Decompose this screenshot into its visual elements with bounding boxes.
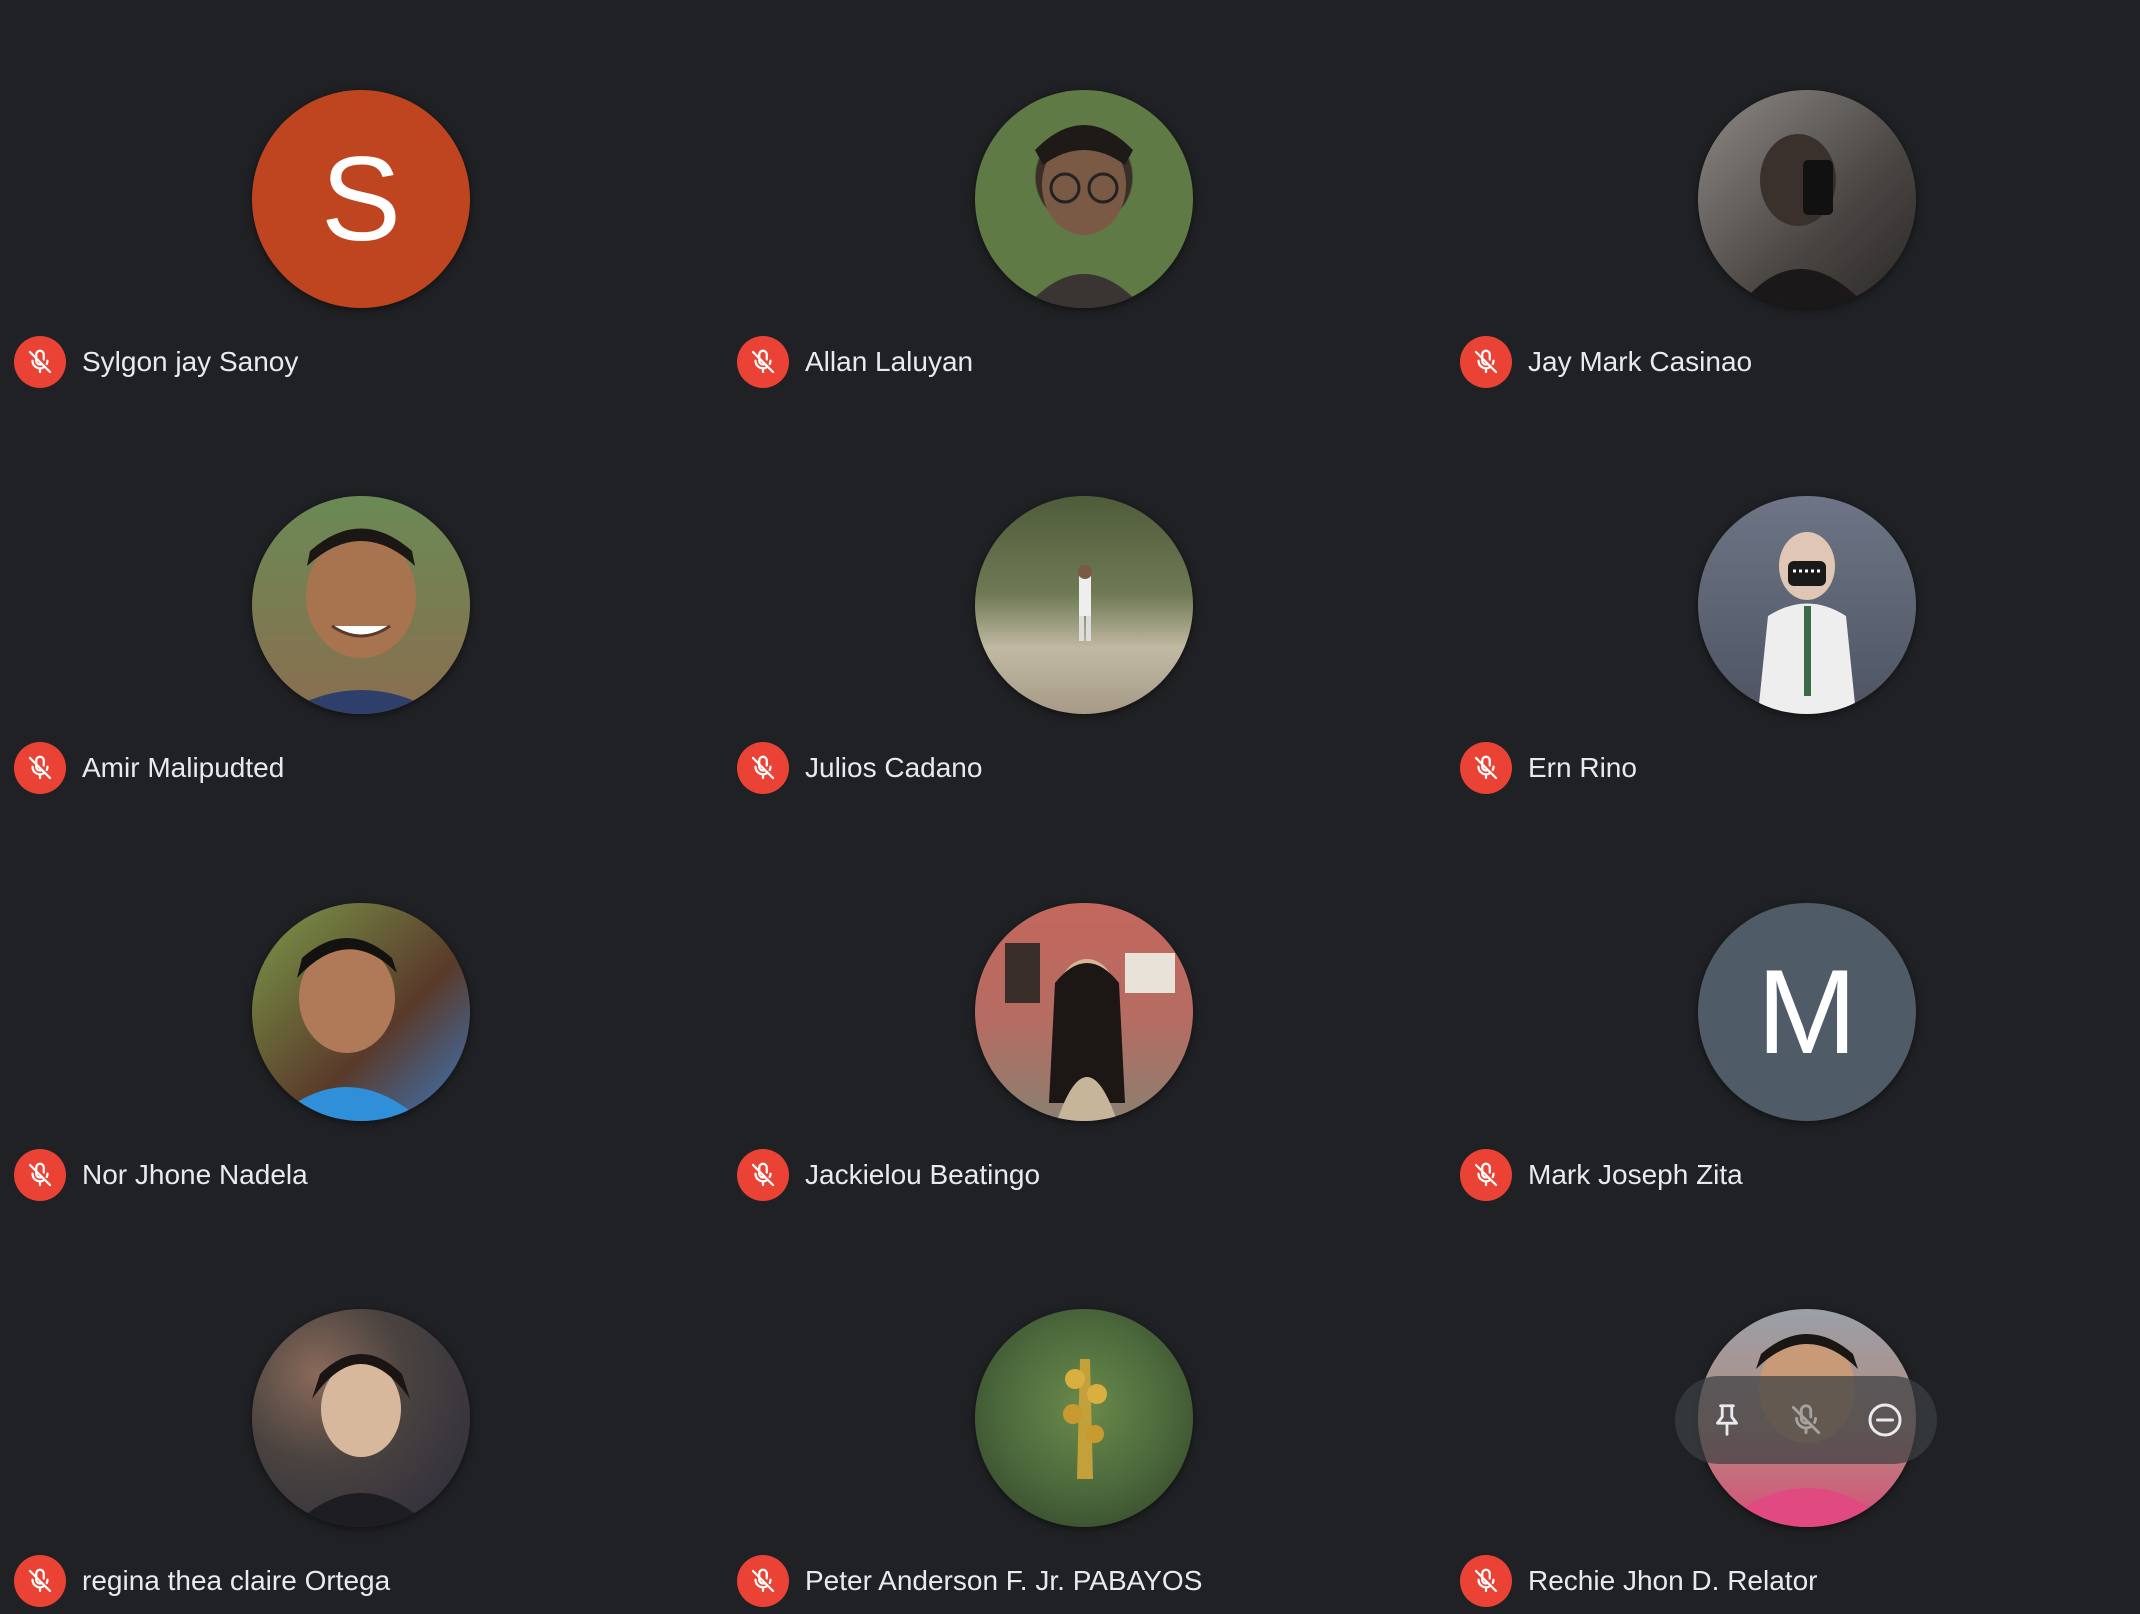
avatar: M: [1698, 903, 1916, 1121]
name-row: Ern Rino: [1460, 742, 1637, 794]
pin-icon: [1715, 1404, 1738, 1436]
avatar: [975, 90, 1193, 308]
name-row: Nor Jhone Nadela: [14, 1149, 308, 1201]
participant-tile[interactable]: Jackielou Beatingo: [723, 813, 1446, 1221]
mic-off-icon: [1791, 1404, 1821, 1435]
participant-name: Jay Mark Casinao: [1528, 346, 1753, 377]
name-row: Julios Cadano: [737, 742, 982, 794]
mute-button[interactable]: [1776, 1390, 1836, 1450]
avatar: [1698, 90, 1916, 308]
mic-off-icon: [14, 742, 66, 794]
participant-tile[interactable]: Julios Cadano: [723, 406, 1446, 814]
name-row: Allan Laluyan: [737, 336, 973, 388]
participant-tile[interactable]: M Mark Joseph Zita: [1446, 813, 2140, 1221]
name-row: Amir Malipudted: [14, 742, 284, 794]
participant-tile[interactable]: Amir Malipudted: [0, 406, 723, 814]
participant-tile[interactable]: Jay Mark Casinao: [1446, 0, 2140, 408]
avatar: [252, 1309, 470, 1527]
participant-name: Allan Laluyan: [805, 346, 974, 377]
mic-off-icon: [737, 1555, 789, 1607]
avatar: [1698, 496, 1916, 714]
participant-tile[interactable]: Peter Anderson F. Jr. PABAYOS: [723, 1219, 1446, 1614]
mic-off-icon: [14, 1149, 66, 1201]
pin-button[interactable]: [1697, 1390, 1757, 1450]
participant-name: Rechie Jhon D. Relator: [1528, 1565, 1818, 1596]
avatar: [975, 496, 1193, 714]
participant-name: Mark Joseph Zita: [1528, 1159, 1743, 1190]
name-row: regina thea claire Ortega: [14, 1555, 390, 1607]
remove-participant-button[interactable]: [1855, 1390, 1915, 1450]
mic-off-icon: [737, 336, 789, 388]
participant-name: Amir Malipudted: [82, 752, 285, 783]
mic-off-icon: [1460, 1555, 1512, 1607]
avatar: [975, 903, 1193, 1121]
avatar: S: [252, 90, 470, 308]
participant-name: Nor Jhone Nadela: [82, 1159, 308, 1190]
participant-hover-controls: [1675, 1376, 1937, 1464]
participant-name: Ern Rino: [1528, 752, 1637, 783]
mic-off-icon: [14, 336, 66, 388]
mic-off-icon: [1460, 336, 1512, 388]
participant-name: Julios Cadano: [805, 752, 983, 783]
participant-name: Jackielou Beatingo: [805, 1159, 1041, 1190]
avatar-initial: S: [320, 132, 402, 266]
participant-name: regina thea claire Ortega: [82, 1565, 391, 1596]
name-row: Mark Joseph Zita: [1460, 1149, 1743, 1201]
avatar: [975, 1309, 1193, 1527]
name-row: Jay Mark Casinao: [1460, 336, 1752, 388]
participant-name: Peter Anderson F. Jr. PABAYOS: [805, 1565, 1203, 1596]
avatar-initial: M: [1757, 945, 1857, 1079]
mic-off-icon: [1460, 1149, 1512, 1201]
participant-tile[interactable]: S Sylgon jay Sanoy: [0, 0, 723, 408]
mic-off-icon: [1460, 742, 1512, 794]
mic-off-icon: [14, 1555, 66, 1607]
avatar: [252, 496, 470, 714]
remove-icon: [1868, 1403, 1902, 1437]
name-row: Jackielou Beatingo: [737, 1149, 1040, 1201]
participant-tile[interactable]: Ern Rino: [1446, 406, 2140, 814]
avatar: [252, 903, 470, 1121]
mic-off-icon: [737, 1149, 789, 1201]
name-row: Sylgon jay Sanoy: [14, 336, 298, 388]
name-row: Peter Anderson F. Jr. PABAYOS: [737, 1555, 1202, 1607]
participant-tile[interactable]: Allan Laluyan: [723, 0, 1446, 408]
participant-tile[interactable]: regina thea claire Ortega: [0, 1219, 723, 1614]
name-row: Rechie Jhon D. Relator: [1460, 1555, 1817, 1607]
participant-grid: S Sylgon jay Sanoy Allan Laluyan Jay Mar…: [0, 0, 2140, 1614]
mic-off-icon: [737, 742, 789, 794]
participant-tile[interactable]: Nor Jhone Nadela: [0, 813, 723, 1221]
participant-name: Sylgon jay Sanoy: [82, 346, 299, 377]
